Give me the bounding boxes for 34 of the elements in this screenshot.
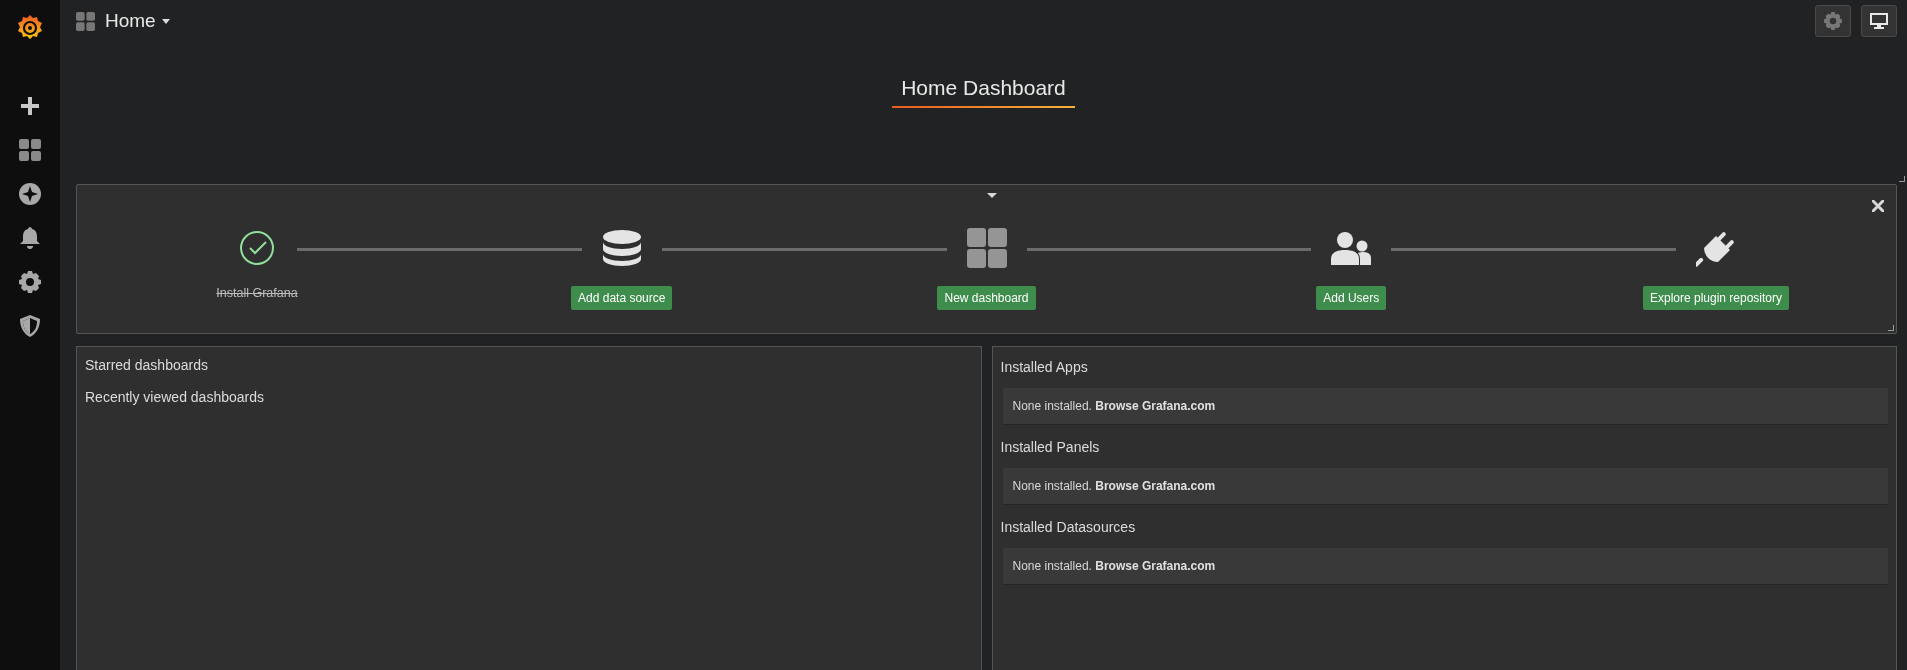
step-label: Install Grafana: [216, 286, 298, 300]
section-heading: Recently viewed dashboards: [85, 389, 265, 405]
resize-handle[interactable]: [1899, 176, 1905, 182]
dashboard-picker[interactable]: Home: [76, 10, 170, 32]
section-heading: Starred dashboards: [85, 357, 209, 373]
grid-icon: [76, 11, 95, 31]
browse-link[interactable]: Browse Grafana.com: [1095, 399, 1216, 413]
browse-link[interactable]: Browse Grafana.com: [1095, 479, 1216, 493]
step-button[interactable]: Explore plugin repository: [1642, 286, 1790, 310]
caret-icon: [161, 18, 170, 24]
settings-button[interactable]: [1815, 5, 1851, 37]
section-heading: Installed Apps: [1000, 359, 1089, 375]
browse-link[interactable]: Browse Grafana.com: [1095, 559, 1216, 573]
monitor-button[interactable]: [1861, 5, 1897, 37]
gear-icon: [1824, 12, 1842, 30]
dashboard-name: Home: [105, 10, 156, 32]
monitor-icon: [1870, 13, 1888, 29]
users-icon: [1331, 231, 1372, 265]
step-button[interactable]: Add data source: [571, 286, 673, 310]
close-icon: [1872, 200, 1884, 212]
dashboard-title: Home Dashboard: [892, 76, 1075, 108]
section-heading: Installed Datasources: [1000, 519, 1137, 535]
section-heading: Installed Panels: [1000, 439, 1101, 455]
check-circle-icon: [239, 230, 275, 266]
close-button[interactable]: [1872, 197, 1884, 215]
empty-message: None installed.: [1012, 399, 1092, 413]
empty-message: None installed.: [1012, 479, 1092, 493]
step-button[interactable]: Add Users: [1316, 286, 1387, 310]
caret-icon[interactable]: [986, 193, 997, 198]
database-icon: [601, 228, 642, 268]
grid-icon: [966, 228, 1007, 268]
resize-handle[interactable]: [1888, 325, 1894, 331]
empty-message: None installed.: [1012, 559, 1092, 573]
step-button[interactable]: New dashboard: [937, 286, 1036, 310]
